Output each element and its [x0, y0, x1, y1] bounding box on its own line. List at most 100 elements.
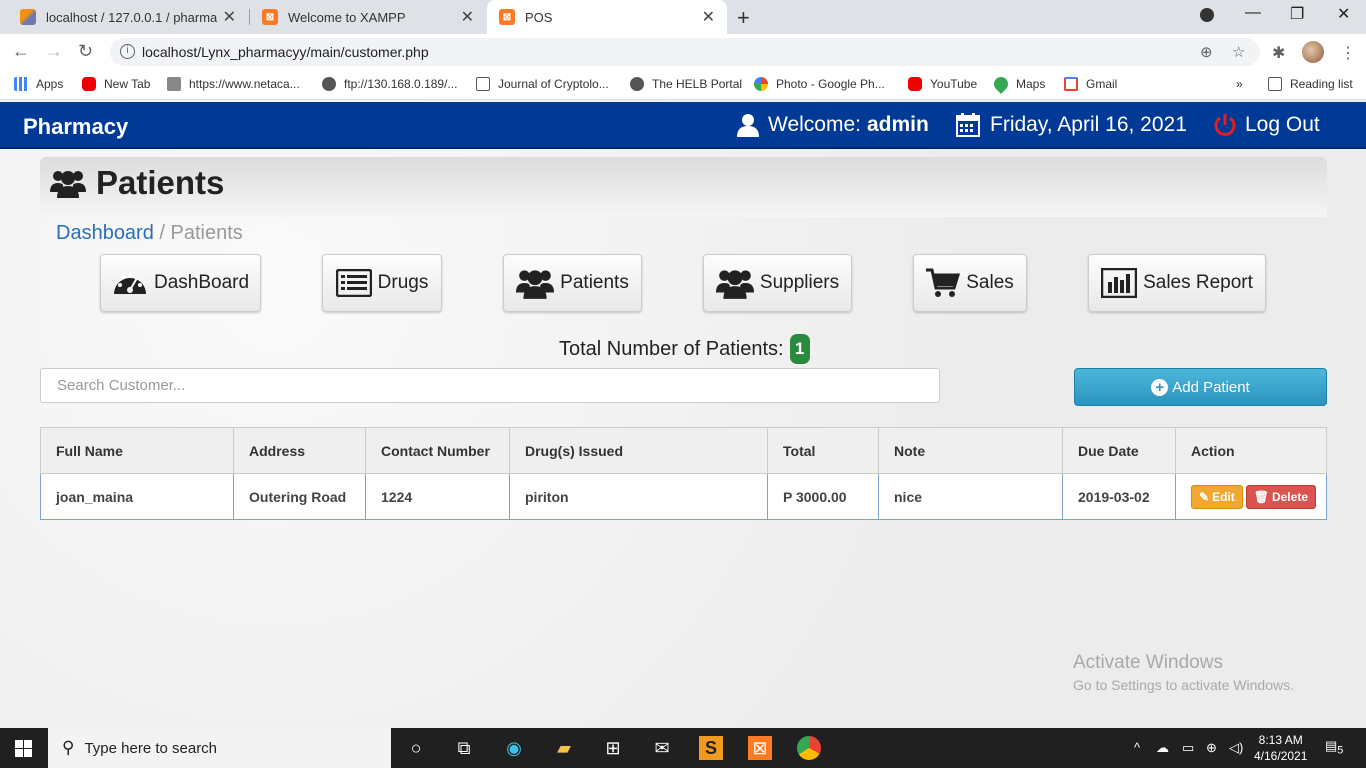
- col-drugs[interactable]: Drug(s) Issued: [509, 427, 768, 474]
- zoom-icon[interactable]: ⊕: [1200, 43, 1213, 61]
- plus-circle-icon: +: [1151, 378, 1169, 396]
- table-row: joan_maina Outering Road 1224 piriton P …: [40, 473, 1327, 520]
- network-cloud-icon[interactable]: ☁: [1156, 740, 1169, 756]
- notification-icon[interactable]: ▤5: [1325, 738, 1343, 757]
- cell-address: Outering Road: [233, 473, 366, 520]
- volume-icon[interactable]: ◁): [1229, 740, 1243, 756]
- list-icon: [335, 269, 372, 297]
- reload-icon[interactable]: ↻: [78, 41, 93, 62]
- tab-xampp[interactable]: ⊠ Welcome to XAMPP ✕: [250, 0, 486, 34]
- bookmark-maps[interactable]: Maps: [991, 74, 1045, 94]
- group-icon: [715, 270, 754, 299]
- phpmyadmin-icon: [20, 9, 36, 25]
- apps-grid-icon: [14, 77, 28, 91]
- breadcrumb-current: Patients: [170, 222, 243, 244]
- breadcrumb-dashboard[interactable]: Dashboard: [56, 222, 154, 244]
- globe-icon: [630, 77, 644, 91]
- menu-icon[interactable]: ⋮: [1340, 43, 1356, 63]
- bookmark-star-icon[interactable]: ☆: [1232, 43, 1245, 61]
- edge-icon[interactable]: ◉: [502, 736, 526, 760]
- shortcut-suppliers[interactable]: Suppliers: [703, 254, 852, 312]
- tab-phpmyadmin[interactable]: localhost / 127.0.0.1 / pharmacy ✕: [8, 0, 248, 34]
- globe-icon[interactable]: ⊕: [1206, 740, 1217, 756]
- back-icon[interactable]: ←: [12, 41, 30, 62]
- brand[interactable]: Pharmacy: [23, 114, 128, 140]
- mail-icon[interactable]: ✉: [650, 736, 674, 760]
- youtube-icon: [908, 77, 922, 91]
- close-window-icon[interactable]: ✕: [1337, 4, 1350, 24]
- col-address[interactable]: Address: [233, 427, 366, 474]
- profile-avatar[interactable]: [1302, 41, 1324, 63]
- cell-name: joan_maina: [40, 473, 234, 520]
- group-icon: [50, 171, 86, 198]
- restore-icon[interactable]: ❐: [1290, 4, 1304, 24]
- edit-button[interactable]: ✎ Edit: [1191, 484, 1243, 509]
- logout-link[interactable]: Log Out: [1213, 113, 1320, 137]
- search-customer-input[interactable]: [40, 368, 940, 403]
- address-bar: ← → ↻ i localhost/Lynx_pharmacyy/main/cu…: [0, 34, 1366, 70]
- sublime-text-icon[interactable]: S: [699, 736, 723, 760]
- search-icon: ⚲: [62, 738, 75, 757]
- bookmark-gmail[interactable]: Gmail: [1064, 77, 1117, 91]
- col-due-date[interactable]: Due Date: [1062, 427, 1176, 474]
- battery-icon[interactable]: ▭: [1182, 740, 1194, 756]
- xampp-icon[interactable]: ⊠: [748, 736, 772, 760]
- group-icon: [516, 270, 555, 299]
- tray-chevron-icon[interactable]: ^: [1134, 740, 1140, 755]
- add-patient-button[interactable]: + Add Patient: [1074, 368, 1327, 406]
- col-total[interactable]: Total: [767, 427, 879, 474]
- bookmark-youtube[interactable]: YouTube: [908, 77, 977, 91]
- url-field[interactable]: i localhost/Lynx_pharmacyy/main/customer…: [110, 38, 1260, 66]
- shortcut-dashboard[interactable]: DashBoard: [100, 254, 261, 312]
- close-tab-icon[interactable]: ✕: [461, 7, 474, 27]
- close-tab-icon[interactable]: ✕: [223, 7, 236, 27]
- bookmarks-overflow[interactable]: »: [1236, 77, 1243, 91]
- youtube-icon: [82, 77, 96, 91]
- delete-button[interactable]: 🗑 Delete: [1245, 484, 1316, 509]
- task-view-icon[interactable]: ⧉: [452, 736, 476, 760]
- extensions-icon[interactable]: ✱: [1272, 43, 1285, 63]
- taskbar-search[interactable]: ⚲ Type here to search: [48, 728, 391, 768]
- bookmark-photos[interactable]: Photo - Google Ph...: [754, 77, 885, 91]
- cortana-icon[interactable]: ○: [404, 736, 428, 760]
- shortcut-patients[interactable]: Patients: [503, 254, 642, 312]
- tab-pos[interactable]: ⊠ POS ✕: [487, 0, 727, 34]
- bookmark-netaca[interactable]: https://www.netaca...: [167, 77, 300, 91]
- dashboard-gauge-icon: [113, 273, 146, 294]
- col-contact[interactable]: Contact Number: [365, 427, 510, 474]
- bookmark-apps[interactable]: Apps: [14, 77, 63, 91]
- cell-action: ✎ Edit 🗑 Delete: [1175, 473, 1327, 520]
- file-explorer-icon[interactable]: ▰: [552, 736, 576, 760]
- close-tab-icon[interactable]: ✕: [702, 7, 715, 27]
- bookmark-helb[interactable]: The HELB Portal: [630, 77, 742, 91]
- windows-start-icon[interactable]: [15, 740, 32, 757]
- site-icon: [167, 77, 181, 91]
- notification-count: 5: [1337, 744, 1344, 757]
- shortcut-sales[interactable]: Sales: [913, 254, 1027, 312]
- shortcut-sales-report[interactable]: Sales Report: [1088, 254, 1266, 312]
- bookmark-journal[interactable]: Journal of Cryptolo...: [476, 77, 609, 91]
- shortcut-drugs[interactable]: Drugs: [322, 254, 442, 312]
- welcome-user: Welcome: admin: [737, 113, 929, 137]
- gmail-icon: [1064, 77, 1078, 91]
- tab-search-icon[interactable]: [1200, 8, 1214, 22]
- new-tab-icon[interactable]: +: [737, 5, 750, 31]
- taskbar-clock[interactable]: 8:13 AM 4/16/2021: [1254, 732, 1307, 764]
- activate-windows-subtitle: Go to Settings to activate Windows.: [1073, 677, 1294, 693]
- reading-list[interactable]: Reading list: [1268, 77, 1353, 91]
- breadcrumb: Dashboard / Patients: [56, 222, 243, 244]
- title-panel: [40, 157, 1327, 217]
- bookmark-ftp[interactable]: ftp://130.168.0.189/...: [322, 77, 457, 91]
- cell-due-date: 2019-03-02: [1062, 473, 1176, 520]
- forward-icon[interactable]: →: [45, 41, 63, 62]
- patients-table: Full Name Address Contact Number Drug(s)…: [40, 427, 1327, 520]
- store-icon[interactable]: ⊞: [601, 736, 625, 760]
- windows-taskbar: ⚲ Type here to search ○ ⧉ ◉ ▰ ⊞ ✉ S ⊠ ^ …: [0, 728, 1366, 768]
- maps-pin-icon: [991, 74, 1011, 94]
- site-info-icon[interactable]: i: [120, 44, 135, 59]
- chrome-icon[interactable]: [797, 736, 821, 760]
- minimize-icon[interactable]: —: [1245, 4, 1261, 22]
- col-note[interactable]: Note: [878, 427, 1063, 474]
- col-full-name[interactable]: Full Name: [40, 427, 234, 474]
- bookmark-newtab[interactable]: New Tab: [82, 77, 150, 91]
